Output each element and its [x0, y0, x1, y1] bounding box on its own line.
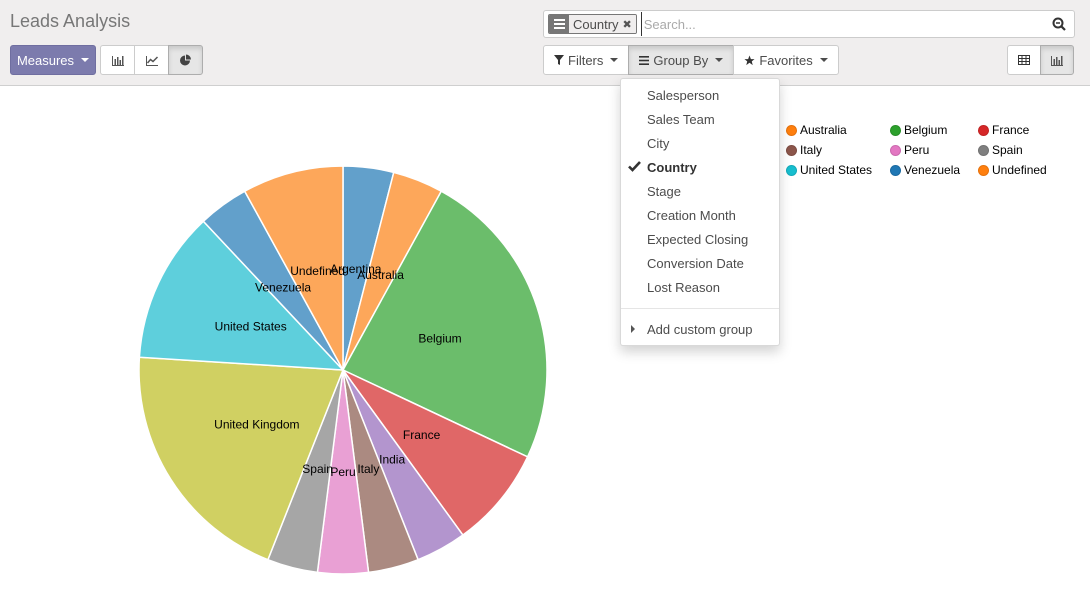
groupby-option-city[interactable]: City [621, 131, 779, 155]
legend-label: Spain [992, 143, 1023, 157]
caret-down-icon [610, 58, 619, 62]
search-options: Filters Group By Favorites [543, 45, 839, 75]
pie-label-australia: Australia [357, 268, 404, 282]
search-icon[interactable] [1048, 17, 1070, 31]
pie-label-france: France [403, 428, 441, 442]
search-facet[interactable]: Country ✖ [548, 14, 637, 34]
groupby-option-label: Sales Team [647, 111, 715, 127]
legend-item-spain[interactable]: Spain [978, 142, 1023, 158]
graph-view-button[interactable] [1040, 45, 1074, 75]
groupby-option-lost-reason[interactable]: Lost Reason [621, 275, 779, 299]
groupby-option-salesperson[interactable]: Salesperson [621, 83, 779, 107]
legend-swatch [978, 124, 989, 136]
measures-button[interactable]: Measures [10, 45, 96, 75]
add-custom-group-item[interactable]: Add custom group [621, 317, 779, 341]
line-chart-button[interactable] [134, 45, 169, 75]
bar-chart-button[interactable] [100, 45, 135, 75]
pie-label-belgium: Belgium [418, 331, 461, 345]
group-by-dropdown: Salesperson Sales Team City Country Stage Cre… [620, 78, 780, 346]
search-bar: Country ✖ [543, 10, 1075, 38]
bar-chart-icon [111, 56, 124, 66]
legend-item-peru[interactable]: Peru [890, 142, 929, 158]
add-custom-group-label: Add custom group [647, 321, 753, 337]
caret-right-icon [631, 325, 635, 333]
legend-label: Venezuela [904, 163, 961, 177]
pie-label-venezuela: Venezuela [255, 280, 311, 294]
chart-type-switcher [100, 45, 203, 75]
groupby-option-country[interactable]: Country [621, 155, 779, 179]
pivot-view-button[interactable] [1007, 45, 1041, 75]
legend-swatch [786, 144, 797, 156]
legend-item-australia[interactable]: Australia [786, 122, 847, 138]
caret-down-icon [715, 58, 724, 62]
pivot-view-icon [1018, 55, 1030, 65]
pie-label-italy: Italy [357, 462, 379, 476]
groupby-option-label: Stage [647, 183, 681, 199]
facet-value: Country [569, 15, 623, 33]
dropdown-divider [621, 308, 779, 309]
legend-item-france[interactable]: France [978, 122, 1029, 138]
groupby-option-label: Salesperson [647, 87, 720, 103]
groupby-option-label: Creation Month [647, 207, 736, 223]
legend-item-venezuela[interactable]: Venezuela [890, 162, 960, 178]
groupby-option-label: Expected Closing [647, 231, 749, 247]
groupby-option-stage[interactable]: Stage [621, 179, 779, 203]
groupby-option-conversion-date[interactable]: Conversion Date [621, 251, 779, 275]
groupby-option-label: City [647, 135, 670, 151]
legend-label: Australia [800, 123, 847, 137]
legend-swatch [978, 164, 989, 176]
facet-remove-icon[interactable]: ✖ [622, 15, 636, 33]
line-chart-icon [145, 56, 158, 66]
measures-label: Measures [16, 52, 75, 68]
star-icon [744, 54, 755, 65]
filter-icon [554, 55, 564, 65]
legend-label: France [992, 123, 1030, 137]
graph-view-icon [1051, 56, 1063, 66]
filters-label: Filters [568, 52, 604, 68]
pie-chart-button[interactable] [168, 45, 203, 75]
search-input[interactable] [640, 12, 1048, 36]
legend-label: Belgium [904, 123, 948, 137]
pie-label-india: India [379, 452, 405, 466]
page-title: Leads Analysis [10, 11, 131, 31]
pie-label-united-kingdom: United Kingdom [214, 418, 299, 432]
view-switcher [1007, 45, 1074, 75]
group-by-icon [639, 55, 650, 65]
legend-swatch [786, 164, 797, 176]
legend-swatch [890, 144, 901, 156]
pie-label-peru: Peru [330, 465, 355, 479]
groupby-option-label: Conversion Date [647, 255, 744, 271]
pie-chart-icon [180, 54, 191, 65]
favorites-label: Favorites [759, 52, 813, 68]
legend-item-belgium[interactable]: Belgium [890, 122, 947, 138]
groupby-option-sales-team[interactable]: Sales Team [621, 107, 779, 131]
legend-swatch [890, 164, 901, 176]
groupby-option-creation-month[interactable]: Creation Month [621, 203, 779, 227]
pie-label-undefined: Undefined [290, 264, 345, 278]
group-by-icon [549, 15, 569, 33]
legend-item-undefined[interactable]: Undefined [978, 162, 1047, 178]
favorites-button[interactable]: Favorites [733, 45, 839, 75]
legend-label: Undefined [992, 163, 1047, 177]
legend-swatch [978, 144, 989, 156]
checkmark-icon [628, 161, 641, 172]
group-by-label: Group By [653, 52, 709, 68]
groupby-option-expected-closing[interactable]: Expected Closing [621, 227, 779, 251]
groupby-option-label: Lost Reason [647, 279, 720, 295]
legend-item-united-states[interactable]: United States [786, 162, 872, 178]
legend-swatch [890, 124, 901, 136]
legend-swatch [786, 124, 797, 136]
pie-label-united-states: United States [215, 320, 287, 334]
legend-item-italy[interactable]: Italy [786, 142, 822, 158]
groupby-option-label: Country [647, 159, 697, 175]
filters-button[interactable]: Filters [543, 45, 630, 75]
legend-label: Peru [904, 143, 930, 157]
pie-label-spain: Spain [302, 462, 333, 476]
group-by-button[interactable]: Group By [628, 45, 735, 75]
caret-down-icon [819, 58, 828, 62]
caret-down-icon [81, 58, 90, 62]
legend-label: United States [800, 163, 873, 177]
legend-label: Italy [800, 143, 823, 157]
control-panel: Leads Analysis Measures Country ✖ Search… [0, 0, 1090, 86]
